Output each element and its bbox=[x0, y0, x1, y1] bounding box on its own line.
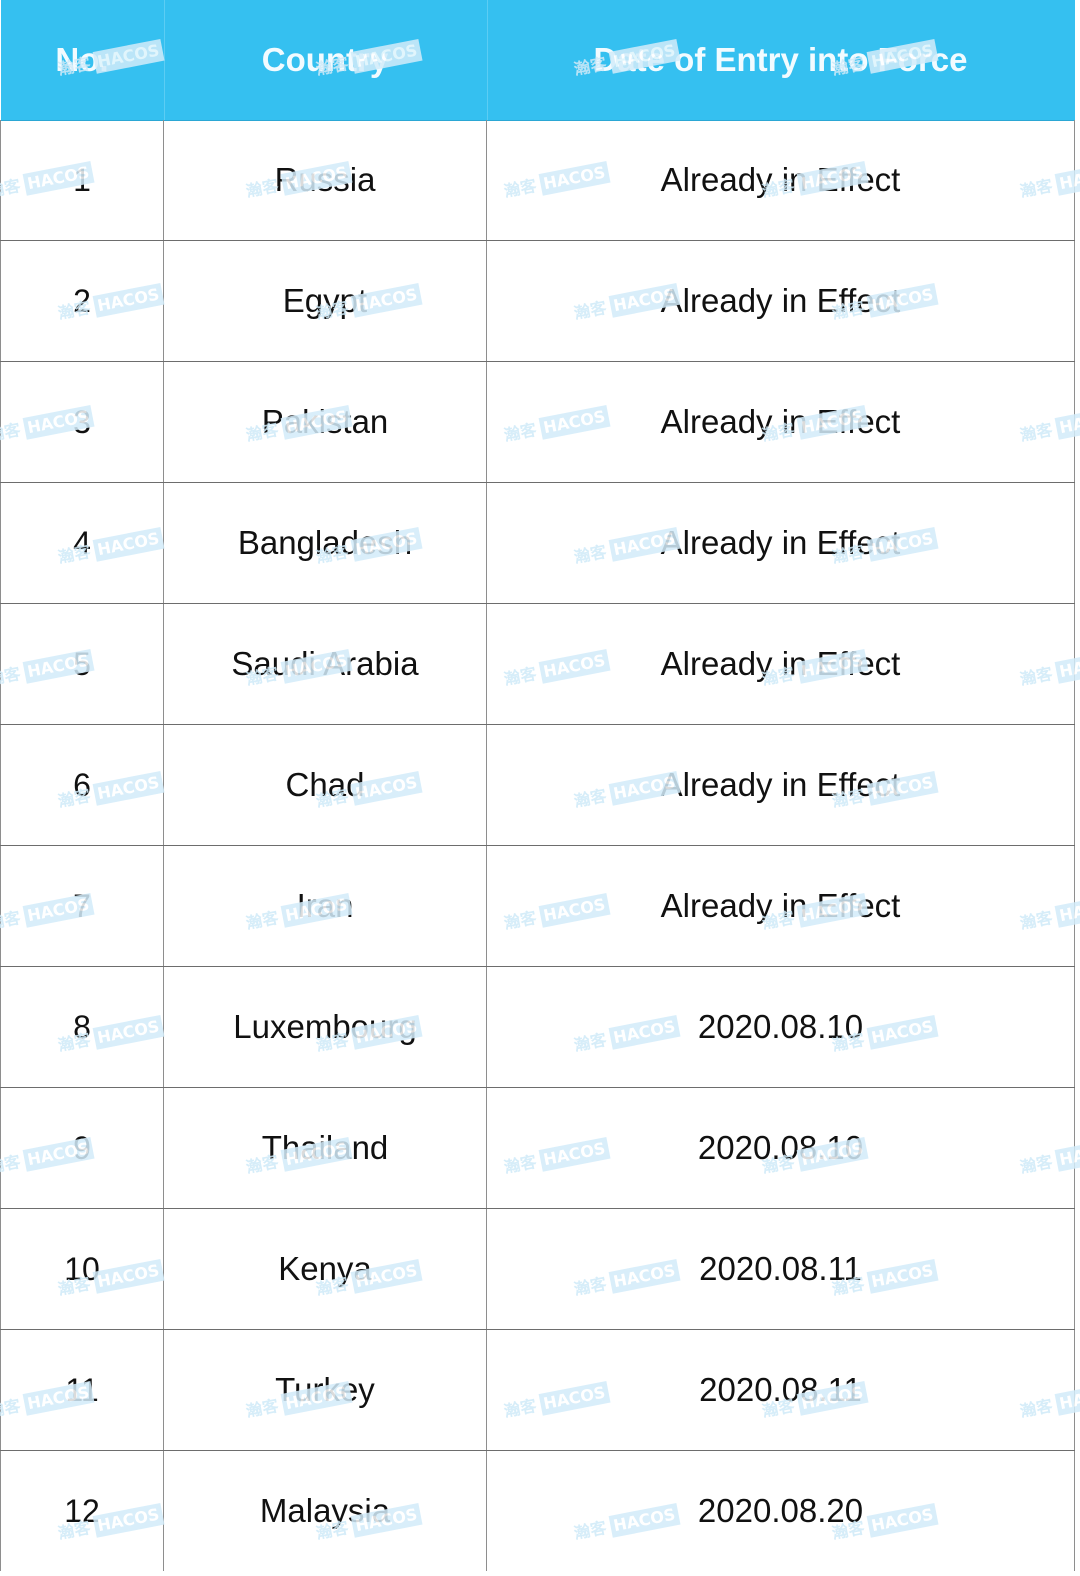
cell-no: 7 bbox=[0, 845, 164, 967]
cell-country: Bangladesh bbox=[163, 482, 487, 604]
cell-country: Luxembourg bbox=[163, 966, 487, 1088]
cell-date: 2020.08.11 bbox=[486, 1329, 1075, 1451]
cell-no: 11 bbox=[0, 1329, 164, 1451]
cell-date: Already in Effect bbox=[486, 482, 1075, 604]
cell-no: 2 bbox=[0, 240, 164, 362]
cell-country: Iran bbox=[163, 845, 487, 967]
table-row: 10 Kenya 2020.08.11 bbox=[0, 1208, 1075, 1330]
cell-no: 9 bbox=[0, 1087, 164, 1209]
cell-no: 3 bbox=[0, 361, 164, 483]
table-row: 2 Egypt Already in Effect bbox=[0, 240, 1075, 362]
cell-date: 2020.08.10 bbox=[486, 1087, 1075, 1209]
cell-country: Saudi Arabia bbox=[163, 603, 487, 725]
cell-country: Malaysia bbox=[163, 1450, 487, 1571]
column-header-no: No. bbox=[0, 0, 164, 120]
cell-date: 2020.08.20 bbox=[486, 1450, 1075, 1571]
cell-no: 10 bbox=[0, 1208, 164, 1330]
cell-date: Already in Effect bbox=[486, 120, 1075, 241]
table-container: No. Country Date of Entry into Force 1 Ru… bbox=[0, 0, 1080, 1576]
cell-no: 6 bbox=[0, 724, 164, 846]
cell-date: Already in Effect bbox=[486, 361, 1075, 483]
table-row: 7 Iran Already in Effect bbox=[0, 845, 1075, 967]
table-row: 8 Luxembourg 2020.08.10 bbox=[0, 966, 1075, 1088]
table-row: 4 Bangladesh Already in Effect bbox=[0, 482, 1075, 604]
cell-country: Thailand bbox=[163, 1087, 487, 1209]
cell-country: Chad bbox=[163, 724, 487, 846]
cell-no: 4 bbox=[0, 482, 164, 604]
table-row: 9 Thailand 2020.08.10 bbox=[0, 1087, 1075, 1209]
entry-into-force-table: No. Country Date of Entry into Force 1 Ru… bbox=[0, 0, 1075, 1571]
column-header-date: Date of Entry into Force bbox=[486, 0, 1075, 120]
cell-date: Already in Effect bbox=[486, 724, 1075, 846]
table-row: 1 Russia Already in Effect bbox=[0, 120, 1075, 241]
table-row: 11 Turkey 2020.08.11 bbox=[0, 1329, 1075, 1451]
cell-country: Russia bbox=[163, 120, 487, 241]
table-row: 12 Malaysia 2020.08.20 bbox=[0, 1450, 1075, 1571]
table-header-row: No. Country Date of Entry into Force bbox=[0, 0, 1075, 120]
cell-no: 5 bbox=[0, 603, 164, 725]
cell-no: 8 bbox=[0, 966, 164, 1088]
column-header-country: Country bbox=[163, 0, 487, 120]
table-header: No. Country Date of Entry into Force bbox=[0, 0, 1075, 120]
cell-date: 2020.08.11 bbox=[486, 1208, 1075, 1330]
cell-date: Already in Effect bbox=[486, 845, 1075, 967]
table-body: 1 Russia Already in Effect 2 Egypt Already in… bbox=[0, 120, 1075, 1571]
cell-no: 12 bbox=[0, 1450, 164, 1571]
table-row: 5 Saudi Arabia Already in Effect bbox=[0, 603, 1075, 725]
cell-country: Egypt bbox=[163, 240, 487, 362]
cell-date: Already in Effect bbox=[486, 240, 1075, 362]
table-row: 6 Chad Already in Effect bbox=[0, 724, 1075, 846]
cell-date: 2020.08.10 bbox=[486, 966, 1075, 1088]
cell-no: 1 bbox=[0, 120, 164, 241]
cell-country: Turkey bbox=[163, 1329, 487, 1451]
cell-country: Kenya bbox=[163, 1208, 487, 1330]
cell-country: Pakistan bbox=[163, 361, 487, 483]
cell-date: Already in Effect bbox=[486, 603, 1075, 725]
table-row: 3 Pakistan Already in Effect bbox=[0, 361, 1075, 483]
